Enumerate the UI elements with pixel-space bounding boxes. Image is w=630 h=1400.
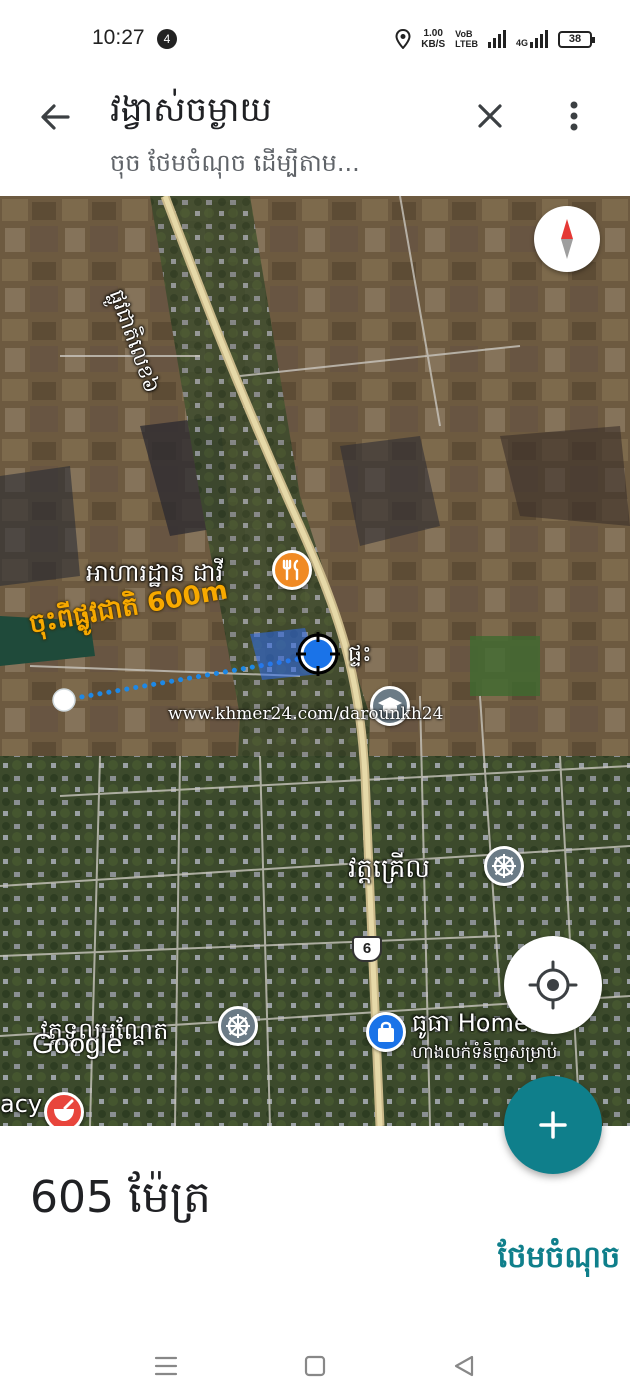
status-bar: 10:27 4 1.00 KB/S VoB LTEB 4G 38 [0,0,630,78]
shop-label-sub: ហាងលក់ទំនិញសម្រាប់ [412,1043,558,1063]
dharma-wheel-icon [492,854,516,878]
my-location-button[interactable] [504,936,602,1034]
compass-button[interactable] [534,206,600,272]
route-number: 6 [362,940,372,957]
shop-pin-icon[interactable] [366,1012,406,1052]
add-point-fab[interactable] [504,1076,602,1174]
fork-knife-icon [282,559,299,581]
triangle-back-icon [454,1355,474,1377]
mortar-pestle-icon [54,1099,74,1121]
shopping-bag-icon [378,1021,394,1042]
plus-icon [539,1111,567,1139]
arrow-back-icon [41,104,70,130]
temple-pin-icon-2[interactable] [218,1006,258,1046]
location-icon [395,29,411,49]
notification-count-badge: 4 [157,29,177,49]
status-time: 10:27 [92,26,145,49]
dharma-wheel-icon [226,1014,250,1038]
google-logo: Google [32,1028,123,1059]
back-button[interactable] [30,92,80,142]
battery-icon: 38 [558,30,595,48]
home-square-icon [304,1355,326,1377]
pagoda-label-1[interactable]: វត្តគ្រើល [348,852,430,890]
add-point-button[interactable]: ថែមចំណុច [498,1238,620,1282]
speed-value: 1.00 [423,28,443,39]
network-speed: 1.00 KB/S [421,28,445,50]
volte-indicator: VoB LTEB [455,29,478,49]
mobile-data-icon: 4G [516,30,548,48]
volte-bottom: LTEB [455,39,478,49]
status-icons: 1.00 KB/S VoB LTEB 4G 38 [395,24,595,54]
restaurant-pin-icon[interactable] [272,550,312,590]
satellite-map[interactable]: ផ្លូវជាតិលេខ៦ អាហារដ្ឋាន ដាវី ចុះពីផ្លូវ… [0,196,630,1126]
crosshair-icon [528,960,578,1010]
more-options-button[interactable] [552,92,596,140]
temple-pin-icon[interactable] [484,846,524,886]
app-header: វង្វាស់ចម្ងាយ ចុច ថែមចំណុច ដើម្បីតាម... [0,78,630,196]
pharmacy-pin-icon[interactable] [44,1092,84,1126]
nav-home-button[interactable] [295,1346,335,1386]
measured-distance: 605 ម៉ែត្រ [30,1172,211,1223]
pharmacy-label[interactable]: acy [0,1090,42,1118]
nav-back-button[interactable] [444,1346,484,1386]
watermark-text: www.khmer24.com/darounkh24 [168,704,444,724]
menu-icon [154,1356,178,1376]
speed-unit: KB/S [421,39,446,50]
route-shield: 6 [352,936,382,962]
page-subtitle: ចុច ថែមចំណុច ដើម្បីតាម... [110,149,360,177]
close-button[interactable] [466,92,514,140]
volte-top: VoB [455,29,473,39]
page-title: វង្វាស់ចម្ងាយ [110,90,272,130]
house-label[interactable]: ផ្ទះ [348,640,372,672]
more-vert-icon [570,101,578,131]
network-type: 4G [515,38,528,48]
nav-menu-button[interactable] [146,1346,186,1386]
close-icon [478,104,502,128]
compass-icon [561,219,573,259]
system-nav-bar [0,1330,630,1400]
signal-strength-icon [487,30,506,48]
